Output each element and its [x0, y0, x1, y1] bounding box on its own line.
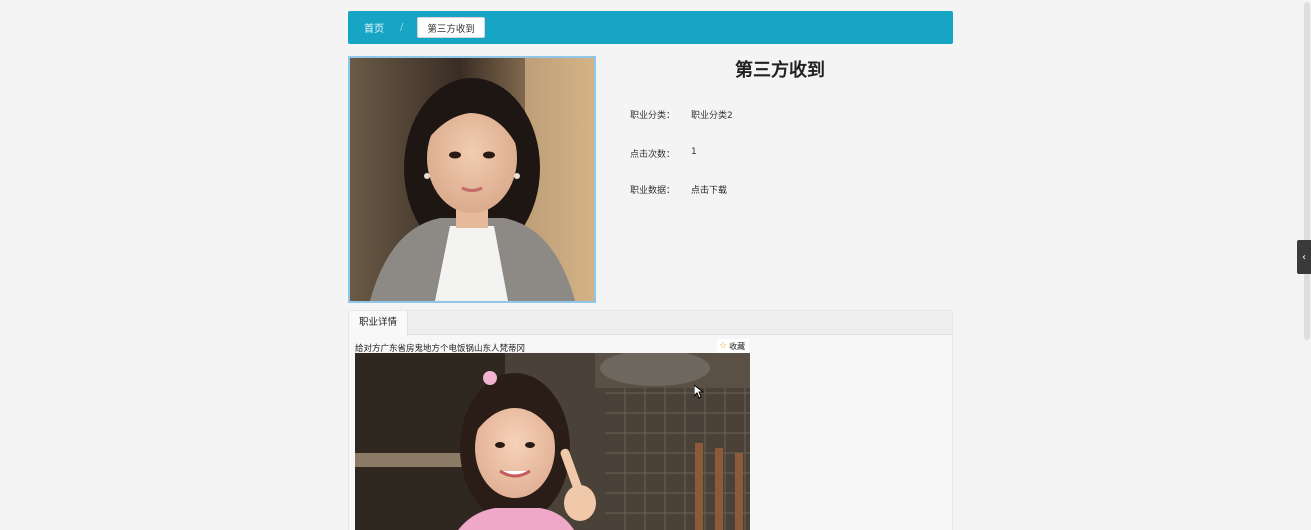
detail-row-data: 职业数据： 点击下载 [630, 183, 727, 196]
detail-label: 职业分类： [630, 111, 676, 121]
star-icon: ☆ [719, 341, 728, 351]
tabs-panel: 职业详情 给对方广东省房鬼地方个电饭锅山东人梵蒂冈 ☆ 收藏 [348, 310, 953, 530]
detail-value: 1 [691, 147, 697, 157]
breadcrumb-home-link[interactable]: 首页 [364, 20, 384, 35]
detail-label: 点击次数： [630, 150, 676, 160]
side-panel-toggle[interactable]: ‹ [1297, 240, 1311, 274]
detail-value: 职业分类2 [691, 111, 733, 121]
content-photo [355, 353, 750, 530]
detail-label: 职业数据： [630, 186, 676, 196]
portrait-image [350, 58, 594, 301]
breadcrumb-current: 第三方收到 [417, 17, 485, 38]
detail-title: 第三方收到 [735, 60, 825, 81]
detail-row-category: 职业分类： 职业分类2 [630, 108, 733, 121]
page: 首页 / 第三方收到 第三方收到 职业分类： 职业分类2 点击次数： 1 职业数… [0, 0, 1311, 530]
mouse-pointer-icon [693, 383, 705, 403]
favorite-button[interactable]: ☆ 收藏 [717, 339, 750, 353]
breadcrumb-separator: / [400, 22, 404, 33]
detail-row-clicks: 点击次数： 1 [630, 147, 697, 160]
scrollbar-thumb[interactable] [1304, 2, 1310, 340]
content-image [355, 353, 750, 530]
chevron-left-icon: ‹ [1302, 251, 1306, 263]
breadcrumb: 首页 / 第三方收到 [348, 11, 953, 44]
main-photo [348, 56, 596, 303]
tab-bar: 职业详情 [349, 311, 952, 336]
tab-job-detail[interactable]: 职业详情 [349, 311, 409, 336]
download-link[interactable]: 点击下载 [691, 183, 727, 196]
favorite-label: 收藏 [729, 341, 746, 351]
